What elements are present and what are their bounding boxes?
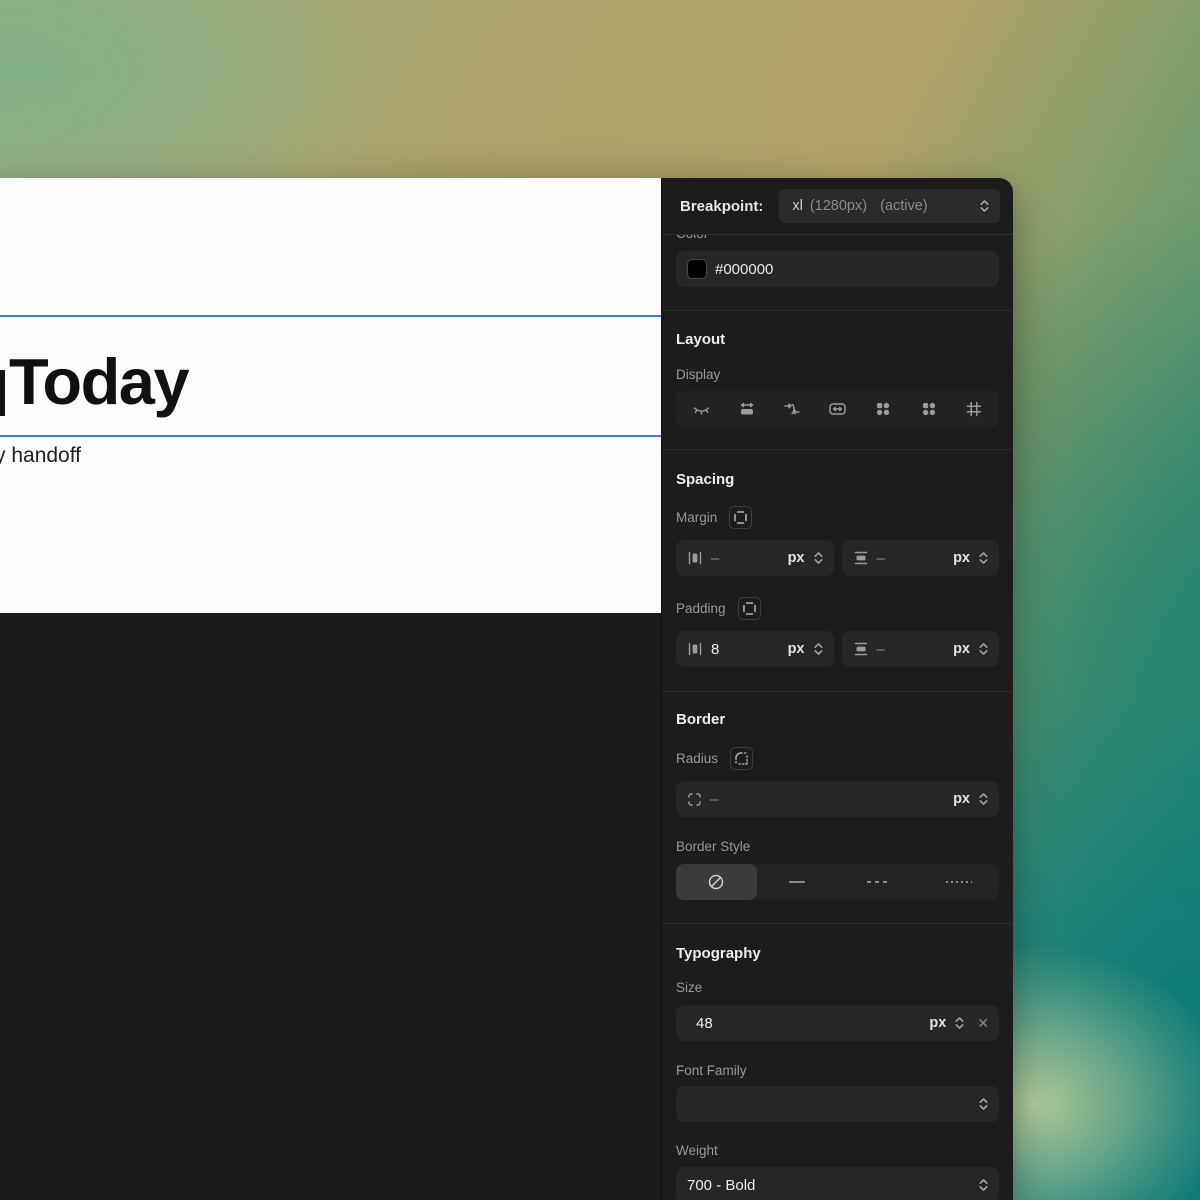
font-size-input[interactable]: 48 px ✕ bbox=[676, 1005, 999, 1041]
stepper-icon[interactable] bbox=[813, 641, 824, 657]
style-panel: Breakpoint: xl (1280px) (active) Color #… bbox=[662, 178, 1013, 1200]
padding-sides-toggle-button[interactable] bbox=[738, 597, 761, 620]
breakpoint-select[interactable]: xl (1280px) (active) bbox=[779, 189, 1000, 223]
clear-value-icon[interactable]: ✕ bbox=[977, 1016, 989, 1030]
color-swatch[interactable] bbox=[687, 259, 707, 279]
display-inline-block-button[interactable] bbox=[824, 395, 852, 423]
page-preview[interactable]: Today y handoff bbox=[0, 178, 661, 613]
border-style-segmented-control bbox=[676, 864, 999, 900]
border-style-solid-button[interactable] bbox=[757, 864, 838, 900]
padding-y-unit: px bbox=[953, 641, 970, 657]
font-weight-label: Weight bbox=[676, 1143, 999, 1158]
breakpoint-label: Breakpoint: bbox=[680, 198, 763, 215]
stepper-icon[interactable] bbox=[954, 1015, 965, 1031]
margin-x-value: – bbox=[711, 550, 719, 567]
horizontal-spacing-icon bbox=[687, 641, 703, 657]
margin-horizontal-input[interactable]: – px bbox=[676, 540, 834, 576]
display-grid-button[interactable] bbox=[960, 395, 988, 423]
padding-x-value: 8 bbox=[711, 641, 719, 658]
selection-guide-top bbox=[0, 315, 661, 317]
border-style-dotted-button[interactable] bbox=[918, 864, 999, 900]
corner-radius-icon bbox=[734, 751, 749, 766]
design-canvas[interactable]: Today y handoff bbox=[0, 178, 662, 1200]
panel-scroll-area[interactable]: Color #000000 Layout Display bbox=[662, 234, 1013, 1200]
margin-y-value: – bbox=[877, 550, 885, 567]
font-weight-value: 700 - Bold bbox=[687, 1177, 755, 1194]
radius-input[interactable]: – px bbox=[676, 781, 999, 817]
display-options-toolbar bbox=[676, 391, 999, 427]
display-inline-flex-button[interactable] bbox=[915, 395, 943, 423]
vertical-spacing-icon bbox=[853, 641, 869, 657]
display-block-icon bbox=[738, 400, 756, 418]
vertical-spacing-icon bbox=[853, 550, 869, 566]
stepper-icon[interactable] bbox=[978, 641, 989, 657]
selection-guide-bottom bbox=[0, 435, 661, 437]
display-inline-flex-icon bbox=[920, 400, 938, 418]
clipped-glyph-fragment bbox=[0, 370, 5, 416]
margin-vertical-input[interactable]: – px bbox=[842, 540, 1000, 576]
breakpoint-detail: (1280px) bbox=[810, 198, 867, 214]
font-size-value: 48 bbox=[696, 1015, 713, 1032]
font-family-label: Font Family bbox=[676, 1063, 999, 1078]
breakpoint-bar: Breakpoint: xl (1280px) (active) bbox=[662, 178, 1013, 234]
none-slash-icon bbox=[707, 873, 725, 891]
color-section-label: Color bbox=[676, 234, 999, 241]
color-input[interactable]: #000000 bbox=[676, 251, 999, 287]
border-style-none-button[interactable] bbox=[676, 864, 757, 900]
breakpoint-value: xl bbox=[792, 198, 802, 214]
color-value: #000000 bbox=[715, 261, 773, 278]
independent-sides-icon bbox=[733, 510, 748, 525]
margin-label: Margin bbox=[676, 510, 717, 525]
display-block-button[interactable] bbox=[733, 395, 761, 423]
padding-horizontal-input[interactable]: 8 px bbox=[676, 631, 834, 667]
font-weight-select[interactable]: 700 - Bold bbox=[676, 1167, 999, 1200]
stepper-icon[interactable] bbox=[813, 550, 824, 566]
chevron-updown-icon bbox=[978, 1177, 989, 1193]
padding-x-unit: px bbox=[788, 641, 805, 657]
stepper-icon[interactable] bbox=[978, 791, 989, 807]
dashed-line-icon bbox=[867, 881, 889, 883]
margin-y-unit: px bbox=[953, 550, 970, 566]
horizontal-spacing-icon bbox=[687, 550, 703, 566]
radius-unit: px bbox=[953, 791, 970, 807]
solid-line-icon bbox=[789, 881, 805, 883]
border-section-title: Border bbox=[676, 711, 999, 728]
display-none-button[interactable] bbox=[687, 395, 715, 423]
eye-closed-icon bbox=[692, 400, 711, 418]
canvas-caption[interactable]: y handoff bbox=[0, 444, 81, 468]
display-grid-icon bbox=[965, 400, 983, 418]
display-label: Display bbox=[676, 367, 999, 382]
font-family-select[interactable] bbox=[676, 1086, 999, 1122]
radius-corners-toggle-button[interactable] bbox=[730, 747, 753, 770]
padding-label: Padding bbox=[676, 601, 726, 616]
chevron-updown-icon bbox=[979, 198, 990, 214]
padding-vertical-input[interactable]: – px bbox=[842, 631, 1000, 667]
padding-y-value: – bbox=[877, 641, 885, 658]
margin-sides-toggle-button[interactable] bbox=[729, 506, 752, 529]
radius-all-corners-icon bbox=[687, 792, 702, 807]
display-flex-icon bbox=[874, 400, 892, 418]
typography-section-title: Typography bbox=[676, 945, 999, 962]
display-inline-button[interactable] bbox=[778, 395, 806, 423]
display-flex-button[interactable] bbox=[869, 395, 897, 423]
independent-sides-icon bbox=[742, 601, 757, 616]
border-style-label: Border Style bbox=[676, 839, 999, 854]
radius-value: – bbox=[710, 791, 718, 808]
radius-label: Radius bbox=[676, 751, 718, 766]
display-inline-block-icon bbox=[828, 400, 847, 418]
stepper-icon[interactable] bbox=[978, 550, 989, 566]
breakpoint-status: (active) bbox=[880, 198, 928, 214]
margin-x-unit: px bbox=[788, 550, 805, 566]
size-label: Size bbox=[676, 980, 999, 995]
spacing-section-title: Spacing bbox=[676, 471, 999, 488]
layout-section-title: Layout bbox=[676, 331, 999, 348]
dotted-line-icon bbox=[946, 881, 972, 883]
editor-window: Today y handoff Breakpoint: xl (1280px) … bbox=[0, 178, 1013, 1200]
font-size-unit: px bbox=[929, 1015, 946, 1031]
canvas-heading[interactable]: Today bbox=[9, 346, 188, 418]
display-inline-icon bbox=[783, 400, 801, 418]
border-style-dashed-button[interactable] bbox=[838, 864, 919, 900]
chevron-updown-icon bbox=[978, 1096, 989, 1112]
desktop-background: { "colors": { "accent_blue": "#3b7bf0", … bbox=[0, 0, 1200, 1200]
